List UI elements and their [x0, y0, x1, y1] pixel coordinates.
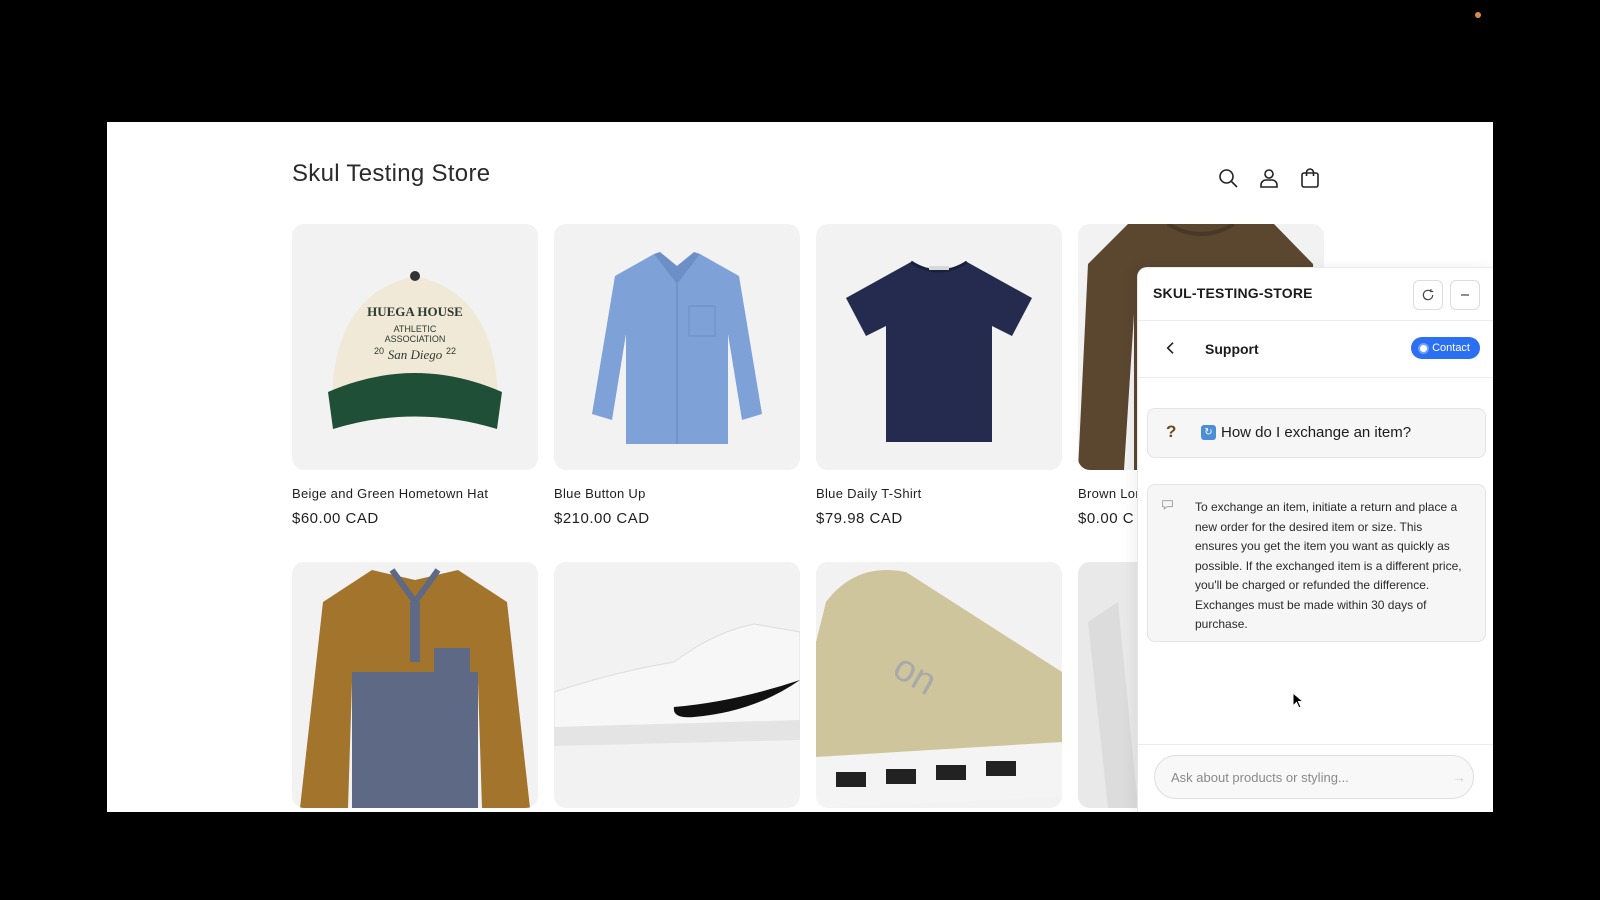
product-card[interactable] — [292, 562, 538, 808]
chat-widget: SKUL-TESTING-STORE Support Contact ? ↻ H… — [1137, 267, 1493, 812]
status-dot — [1475, 12, 1481, 18]
exchange-emoji-icon: ↻ — [1201, 425, 1216, 440]
answer-bubble: To exchange an item, initiate a return a… — [1147, 484, 1486, 642]
mouse-cursor-icon — [1292, 692, 1304, 709]
question-bubble[interactable]: ? ↻ How do I exchange an item? — [1147, 408, 1486, 458]
question-text: How do I exchange an item? — [1221, 424, 1412, 441]
product-price: $79.98 CAD — [816, 510, 903, 527]
chat-brand: SKUL-TESTING-STORE — [1153, 285, 1313, 301]
product-card[interactable]: Blue Button Up $210.00 CAD — [554, 224, 800, 527]
search-icon[interactable] — [1216, 166, 1240, 190]
product-price: $60.00 CAD — [292, 510, 379, 527]
cap-text-3: ASSOCIATION — [385, 334, 446, 344]
product-image[interactable]: HUEGA HOUSE ATHLETIC ASSOCIATION San Die… — [292, 224, 538, 470]
refresh-button[interactable] — [1413, 280, 1443, 310]
chevron-left-icon[interactable] — [1163, 339, 1179, 357]
send-arrow-icon[interactable]: → — [1452, 769, 1466, 785]
fleece-image — [300, 568, 530, 808]
cap-text-4: San Diego — [388, 347, 443, 362]
chat-bubble-icon — [1162, 500, 1173, 510]
contact-dot-icon — [1420, 344, 1428, 352]
support-header: Support Contact — [1138, 321, 1493, 378]
product-card[interactable]: HUEGA HOUSE ATHLETIC ASSOCIATION San Die… — [292, 224, 538, 527]
product-name[interactable]: Blue Daily T-Shirt — [816, 486, 1062, 501]
question-mark-icon: ? — [1166, 422, 1177, 441]
product-image[interactable]: on — [816, 562, 1062, 808]
header-icons — [1216, 166, 1322, 190]
product-image[interactable] — [554, 224, 800, 470]
tshirt-image — [846, 260, 1032, 442]
minimize-button[interactable] — [1450, 280, 1480, 310]
product-image[interactable] — [816, 224, 1062, 470]
support-title: Support — [1205, 341, 1259, 357]
product-price: $210.00 CAD — [554, 510, 650, 527]
store-header: Skul Testing Store — [292, 156, 1322, 206]
contact-button[interactable]: Contact — [1411, 337, 1480, 359]
product-image[interactable] — [554, 562, 800, 808]
cap-year-left: 20 — [374, 346, 384, 356]
cap-year-right: 22 — [446, 346, 456, 356]
chat-input[interactable] — [1154, 755, 1474, 799]
white-sneaker-image — [554, 623, 800, 746]
chat-header: SKUL-TESTING-STORE — [1138, 268, 1493, 321]
browser-viewport: Skul Testing Store HUEGA HOUSE ATHLETIC … — [107, 122, 1493, 812]
chat-input-bar: → — [1138, 744, 1493, 812]
store-title[interactable]: Skul Testing Store — [292, 160, 490, 188]
product-card[interactable] — [554, 562, 800, 808]
product-name[interactable]: Beige and Green Hometown Hat — [292, 486, 538, 501]
product-name[interactable]: Blue Button Up — [554, 486, 800, 501]
answer-text: To exchange an item, initiate a return a… — [1195, 500, 1462, 631]
contact-label: Contact — [1432, 342, 1470, 354]
cart-icon[interactable] — [1298, 166, 1322, 190]
product-card[interactable]: on — [816, 562, 1062, 808]
account-icon[interactable] — [1257, 166, 1281, 190]
cap-image: HUEGA HOUSE ATHLETIC ASSOCIATION San Die… — [328, 271, 502, 429]
shirt-image — [592, 252, 762, 444]
refresh-icon — [1422, 289, 1434, 301]
cap-text-arc: HUEGA HOUSE — [367, 304, 463, 319]
cap-text-2: ATHLETIC — [394, 324, 437, 334]
minimize-icon — [1461, 294, 1469, 296]
product-image[interactable] — [292, 562, 538, 808]
beige-sneaker-image: on — [816, 570, 1062, 808]
product-card[interactable]: Blue Daily T-Shirt $79.98 CAD — [816, 224, 1062, 527]
